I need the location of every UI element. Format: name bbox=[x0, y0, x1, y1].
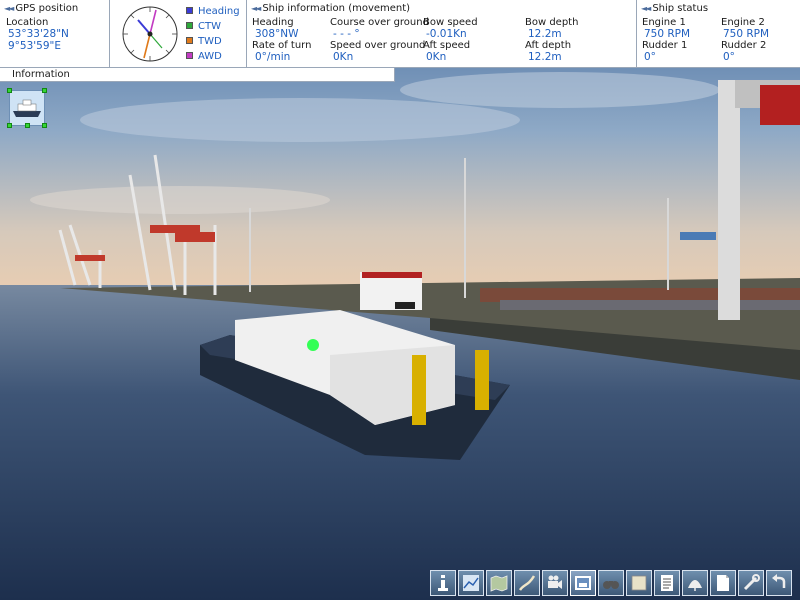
aft-depth-value: 12.2m bbox=[528, 51, 562, 63]
collapse-arrows-icon[interactable]: ◄◄ bbox=[641, 4, 651, 13]
exit-icon bbox=[772, 574, 786, 588]
containers bbox=[480, 288, 800, 302]
legend-twd-label: TWD bbox=[198, 36, 222, 47]
information-tab-label: Information bbox=[12, 69, 70, 80]
right-crane-cab bbox=[760, 85, 800, 125]
bow-depth-label: Bow depth bbox=[525, 17, 579, 28]
collapse-arrows-icon[interactable]: ◄◄ bbox=[4, 4, 14, 13]
selection-handle bbox=[42, 123, 47, 128]
aft-speed-label: Aft speed bbox=[423, 40, 471, 51]
selection-handle bbox=[7, 88, 12, 93]
engine1-value: 750 RPM bbox=[644, 28, 691, 40]
blue-crane bbox=[680, 232, 716, 240]
tools-icon bbox=[743, 574, 760, 591]
bow-depth-value: 12.2m bbox=[528, 28, 562, 40]
route-button[interactable] bbox=[458, 570, 484, 596]
document-icon bbox=[717, 575, 729, 591]
legend-ctw: CTW bbox=[186, 21, 221, 32]
engine1-label: Engine 1 bbox=[642, 17, 686, 28]
ship-info-title-text: Ship information (movement) bbox=[262, 3, 411, 14]
panel-icon bbox=[631, 575, 647, 591]
panel-button[interactable] bbox=[626, 570, 652, 596]
location-label: Location bbox=[6, 17, 49, 28]
aft-speed-value: 0Kn bbox=[426, 51, 447, 63]
ctw-swatch bbox=[186, 22, 193, 29]
rate-of-turn-value: 0°/min bbox=[255, 51, 291, 63]
map-icon bbox=[490, 575, 508, 592]
bottom-toolbar bbox=[430, 568, 800, 600]
longitude-value: 9°53'59"E bbox=[8, 40, 62, 52]
rate-of-turn-label: Rate of turn bbox=[252, 40, 312, 51]
heading-value: 308°NW bbox=[255, 28, 299, 40]
tools-button[interactable] bbox=[738, 570, 764, 596]
containers bbox=[500, 300, 800, 310]
heading-label: Heading bbox=[252, 17, 294, 28]
photo-icon bbox=[575, 576, 591, 590]
cloud bbox=[30, 186, 330, 214]
cloud bbox=[400, 72, 720, 108]
camera-button[interactable] bbox=[542, 570, 568, 596]
rudder2-label: Rudder 2 bbox=[721, 40, 767, 51]
legend-ctw-label: CTW bbox=[198, 21, 221, 32]
sog-label: Speed over ground bbox=[330, 40, 426, 51]
harbor-scene bbox=[0, 0, 800, 600]
heading-swatch bbox=[186, 7, 193, 14]
ship-status-title-text: Ship status bbox=[652, 3, 709, 14]
rope-button[interactable] bbox=[514, 570, 540, 596]
ship-status-title[interactable]: ◄◄ Ship status bbox=[641, 3, 708, 14]
cog-label: Course over ground bbox=[330, 17, 429, 28]
selection-handle bbox=[7, 123, 12, 128]
document-button[interactable] bbox=[710, 570, 736, 596]
ship-status-panel: ◄◄ Ship status Engine 1 750 RPM Rudder 1 … bbox=[637, 0, 800, 68]
ship-thumbnail-icon bbox=[13, 99, 41, 117]
gps-title-text: GPS position bbox=[15, 3, 79, 14]
binoculars-button[interactable] bbox=[598, 570, 624, 596]
information-tab[interactable]: Information bbox=[0, 68, 395, 82]
binoculars-icon bbox=[603, 581, 619, 589]
legend-awd-label: AWD bbox=[198, 51, 222, 62]
engine2-label: Engine 2 bbox=[721, 17, 765, 28]
sog-value: 0Kn bbox=[333, 51, 354, 63]
selection-handle bbox=[42, 88, 47, 93]
twd-swatch bbox=[186, 37, 193, 44]
exit-button[interactable] bbox=[766, 570, 792, 596]
photo-button[interactable] bbox=[570, 570, 596, 596]
rudder2-value: 0° bbox=[723, 51, 735, 63]
rudder1-label: Rudder 1 bbox=[642, 40, 688, 51]
legend-twd: TWD bbox=[186, 36, 222, 47]
cog-value: - - - ° bbox=[333, 28, 360, 40]
route-icon bbox=[463, 575, 479, 591]
bow-speed-label: Bow speed bbox=[423, 17, 478, 28]
rope-icon bbox=[518, 575, 536, 591]
legend-heading: Heading bbox=[186, 6, 240, 17]
legend-awd: AWD bbox=[186, 51, 222, 62]
ship-select-thumbnail[interactable] bbox=[7, 88, 47, 128]
cloud bbox=[80, 98, 520, 142]
collapse-arrows-icon[interactable]: ◄◄ bbox=[251, 4, 261, 13]
ship-info-title[interactable]: ◄◄ Ship information (movement) bbox=[251, 3, 410, 14]
legend-heading-label: Heading bbox=[198, 6, 240, 17]
checklist-icon bbox=[661, 575, 673, 591]
compass-panel: Heading CTW TWD AWD bbox=[110, 0, 247, 68]
info-button[interactable] bbox=[430, 570, 456, 596]
gps-panel-title[interactable]: ◄◄ GPS position bbox=[4, 3, 78, 14]
gps-panel: ◄◄ GPS position Location 53°33'28"N 9°53'… bbox=[0, 0, 110, 68]
weather-icon bbox=[688, 580, 702, 591]
camera-icon bbox=[548, 575, 562, 589]
info-icon bbox=[438, 575, 448, 591]
awd-swatch bbox=[186, 52, 193, 59]
compass-rose-icon bbox=[122, 6, 178, 62]
checklist-button[interactable] bbox=[654, 570, 680, 596]
ship-info-panel: ◄◄ Ship information (movement) Heading 30… bbox=[247, 0, 637, 68]
latitude-value: 53°33'28"N bbox=[8, 28, 69, 40]
map-button[interactable] bbox=[486, 570, 512, 596]
bow-speed-value: -0.01Kn bbox=[426, 28, 467, 40]
selection-handle bbox=[25, 123, 30, 128]
engine2-value: 750 RPM bbox=[723, 28, 770, 40]
weather-button[interactable] bbox=[682, 570, 708, 596]
right-crane-leg bbox=[718, 80, 740, 320]
rudder1-value: 0° bbox=[644, 51, 656, 63]
aft-depth-label: Aft depth bbox=[525, 40, 572, 51]
